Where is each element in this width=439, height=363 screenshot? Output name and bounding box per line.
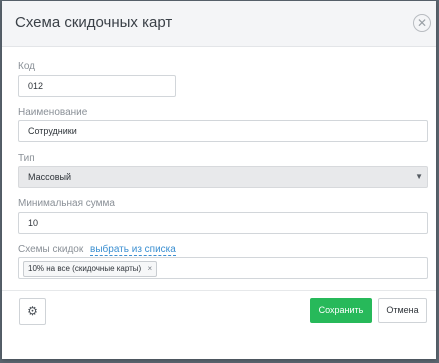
code-label: Код <box>18 61 36 72</box>
discount-scheme-tag: 10% на все (скидочные карты) × <box>23 261 158 277</box>
discount-schemes-label: Схемы скидок <box>18 244 84 255</box>
name-value: Сотрудники <box>28 126 77 136</box>
discount-schemes-label-row: Схемы скидок выбрать из списка <box>18 244 176 256</box>
chevron-down-icon: ▼ <box>415 172 423 181</box>
min-sum-field[interactable]: 10 <box>18 212 428 234</box>
gear-icon: ⚙ <box>27 304 38 318</box>
code-field[interactable]: 012 <box>18 75 176 97</box>
min-sum-value: 10 <box>28 218 39 228</box>
discount-schemes-field[interactable]: 10% на все (скидочные карты) × <box>18 257 428 279</box>
save-button[interactable]: Сохранить <box>310 298 372 323</box>
settings-button[interactable]: ⚙ <box>19 298 46 325</box>
code-value: 012 <box>28 81 44 91</box>
dialog-title: Схема скидочных карт <box>15 14 173 31</box>
cancel-button[interactable]: Отмена <box>378 298 427 323</box>
footer-divider <box>2 290 436 291</box>
name-label: Наименование <box>18 107 88 118</box>
type-value: Массовый <box>28 172 71 182</box>
dialog-header: Схема скидочных карт ✕ <box>2 1 436 47</box>
choose-from-list-link[interactable]: выбрать из списка <box>90 244 176 256</box>
name-field[interactable]: Сотрудники <box>18 120 428 142</box>
min-sum-label: Минимальная сумма <box>18 198 115 209</box>
remove-tag-icon[interactable]: × <box>147 264 152 273</box>
discount-card-scheme-dialog: Схема скидочных карт ✕ Код 012 Наименова… <box>2 1 436 359</box>
type-select[interactable]: Массовый ▼ <box>18 166 428 188</box>
discount-scheme-tag-text: 10% на все (скидочные карты) <box>28 264 142 273</box>
close-icon[interactable]: ✕ <box>413 14 431 32</box>
type-label: Тип <box>18 153 35 164</box>
